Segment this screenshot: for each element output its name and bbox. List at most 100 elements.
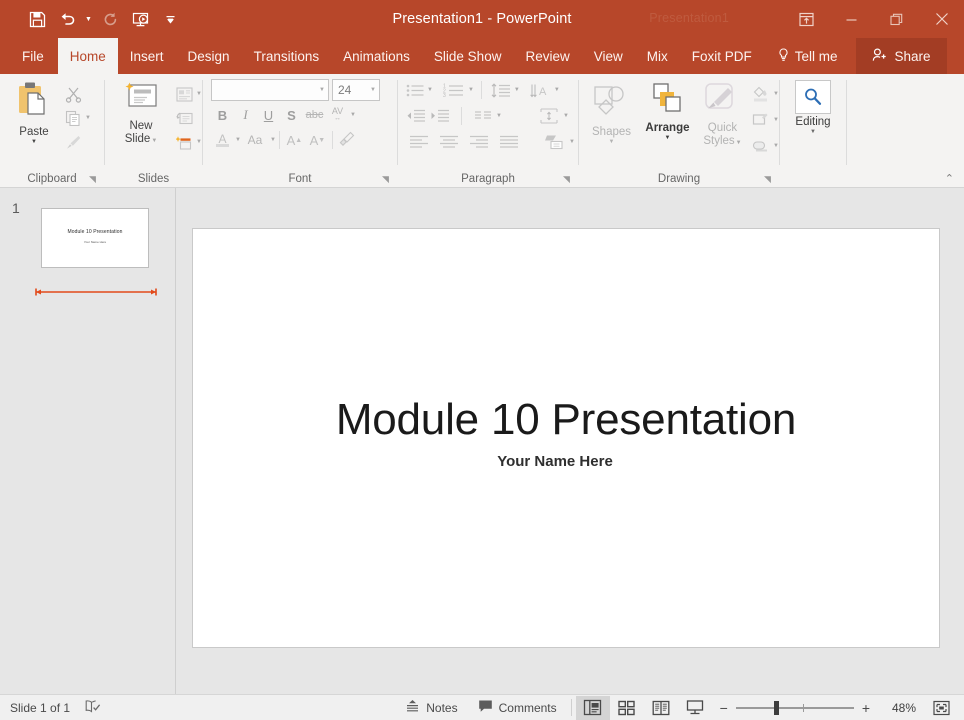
undo-icon[interactable]	[52, 5, 82, 33]
slide-thumbnail-1[interactable]: Module 10 Presentation Your Name Here	[41, 208, 149, 268]
paste-button[interactable]: Paste ▼	[8, 79, 60, 145]
tab-insert[interactable]: Insert	[118, 38, 176, 74]
accessibility-checker-icon[interactable]	[84, 699, 101, 717]
line-spacing-dropdown-icon[interactable]: ▼	[514, 87, 520, 93]
bullets-dropdown-icon[interactable]: ▼	[427, 87, 433, 93]
new-slide-button[interactable]: New Slide▼	[113, 79, 169, 148]
customize-quick-access-icon[interactable]	[155, 5, 185, 33]
tab-mix[interactable]: Mix	[635, 38, 680, 74]
italic-button[interactable]: I	[234, 104, 257, 126]
font-dialog-launcher[interactable]: ◥	[380, 174, 391, 185]
bullets-icon[interactable]	[404, 79, 426, 101]
start-from-beginning-icon[interactable]	[125, 5, 155, 33]
underline-button[interactable]: U	[257, 104, 280, 126]
editing-button[interactable]: Editing ▼	[784, 80, 842, 135]
new-slide-dropdown-icon[interactable]: ▼	[151, 138, 157, 144]
decrease-font-size-button[interactable]: A ▼	[306, 129, 329, 151]
numbering-icon[interactable]: 123	[441, 79, 467, 101]
drawing-dialog-launcher[interactable]: ◥	[762, 174, 773, 185]
paragraph-dialog-launcher[interactable]: ◥	[561, 174, 572, 185]
font-size-input[interactable]: 24 ▼	[332, 79, 380, 101]
font-name-input[interactable]: ▼	[211, 79, 329, 101]
zoom-level-label[interactable]: 48%	[878, 701, 916, 715]
zoom-slider[interactable]	[735, 700, 854, 715]
fit-slide-to-window-button[interactable]	[926, 696, 956, 720]
strikethrough-button[interactable]: abc	[303, 104, 326, 126]
tell-me-box[interactable]: Tell me	[764, 38, 850, 74]
decrease-indent-icon[interactable]	[404, 105, 428, 127]
increase-font-size-button[interactable]: A ▲	[283, 129, 306, 151]
layout-dropdown-icon: ▼	[196, 91, 202, 97]
zoom-control[interactable]: − +	[712, 700, 878, 716]
shapes-dropdown-icon[interactable]: ▼	[609, 139, 615, 145]
slide-title-placeholder[interactable]: Module 10 Presentation	[193, 395, 939, 445]
thumbnail-number: 1	[12, 200, 20, 216]
tab-review[interactable]: Review	[513, 38, 581, 74]
clipboard-dialog-launcher[interactable]: ◥	[87, 174, 98, 185]
tab-animations[interactable]: Animations	[331, 38, 422, 74]
line-spacing-icon[interactable]	[489, 79, 513, 101]
columns-icon[interactable]	[471, 105, 495, 127]
zoom-slider-handle[interactable]	[773, 700, 779, 715]
tab-slide-show[interactable]: Slide Show	[422, 38, 514, 74]
undo-dropdown-icon[interactable]: ▼	[82, 5, 95, 33]
align-text-dropdown-icon[interactable]: ▼	[563, 113, 569, 119]
character-spacing-dropdown-icon[interactable]: ▼	[350, 112, 356, 118]
shapes-label: Shapes	[592, 126, 632, 138]
tab-design[interactable]: Design	[176, 38, 242, 74]
close-icon[interactable]	[919, 0, 964, 38]
text-shadow-button[interactable]: S	[280, 104, 303, 126]
tab-home[interactable]: Home	[57, 38, 118, 74]
arrange-button[interactable]: Arrange ▼	[640, 79, 695, 141]
arrange-dropdown-icon[interactable]: ▼	[664, 135, 670, 141]
change-case-button[interactable]: Aa	[241, 129, 269, 151]
clear-formatting-button[interactable]	[336, 129, 359, 151]
ribbon-group-slides: New Slide▼ ▼ ▼ Slides	[105, 74, 202, 187]
shapes-button[interactable]: Shapes ▼	[585, 79, 638, 145]
share-button[interactable]: Share	[855, 38, 947, 74]
font-size-dropdown-icon[interactable]: ▼	[370, 87, 376, 93]
comments-button[interactable]: Comments	[468, 695, 567, 720]
ribbon-display-options-icon[interactable]	[784, 0, 829, 38]
align-text-icon[interactable]	[536, 105, 562, 127]
notes-button[interactable]: Notes	[395, 695, 467, 720]
align-right-icon[interactable]	[464, 131, 494, 153]
slide-subtitle-placeholder[interactable]: Your Name Here	[193, 453, 917, 470]
align-center-icon[interactable]	[434, 131, 464, 153]
reading-view-button[interactable]	[644, 696, 678, 720]
character-spacing-arrows-icon: ↔	[334, 115, 341, 122]
tab-file[interactable]: File	[0, 38, 58, 74]
zoom-in-button[interactable]: +	[862, 700, 870, 716]
slide-sorter-button[interactable]	[610, 696, 644, 720]
paste-dropdown-icon[interactable]: ▼	[31, 139, 37, 145]
numbering-dropdown-icon[interactable]: ▼	[468, 87, 474, 93]
justify-icon[interactable]	[494, 131, 524, 153]
increase-indent-icon[interactable]	[428, 105, 452, 127]
normal-view-button[interactable]	[575, 695, 610, 720]
character-spacing-button[interactable]: AV ↔	[326, 104, 349, 126]
tab-view[interactable]: View	[582, 38, 635, 74]
convert-to-smartart-icon[interactable]	[542, 131, 568, 153]
restore-icon[interactable]	[874, 0, 919, 38]
quick-styles-button[interactable]: Quick Styles▼	[697, 79, 748, 150]
slide-show-button[interactable]	[678, 696, 712, 720]
zoom-out-button[interactable]: −	[720, 700, 728, 716]
align-left-icon[interactable]	[404, 131, 434, 153]
change-case-dropdown-icon[interactable]: ▼	[270, 137, 276, 143]
tab-transitions[interactable]: Transitions	[242, 38, 332, 74]
text-direction-dropdown-icon[interactable]: ▼	[554, 87, 560, 93]
bold-button[interactable]: B	[211, 104, 234, 126]
save-icon[interactable]	[22, 5, 52, 33]
tab-foxit-pdf[interactable]: Foxit PDF	[680, 38, 764, 74]
minimize-icon[interactable]	[829, 0, 874, 38]
smartart-dropdown-icon[interactable]: ▼	[569, 139, 575, 145]
font-color-button[interactable]: A	[211, 129, 234, 151]
font-color-swatch	[216, 143, 229, 147]
arrange-label: Arrange	[645, 122, 690, 134]
current-slide[interactable]: Module 10 Presentation Your Name Here	[192, 228, 940, 648]
collapse-ribbon-button[interactable]: ⌃	[945, 172, 954, 185]
font-name-dropdown-icon[interactable]: ▼	[319, 87, 325, 93]
editing-dropdown-icon[interactable]: ▼	[810, 129, 816, 135]
text-direction-icon[interactable]: A	[527, 79, 553, 101]
columns-dropdown-icon[interactable]: ▼	[496, 113, 502, 119]
